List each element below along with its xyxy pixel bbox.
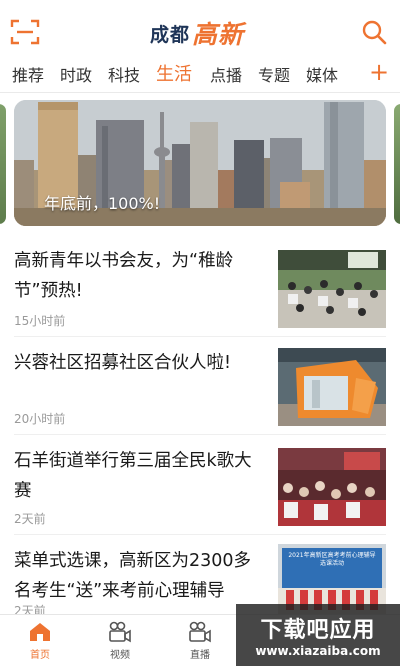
tab-divider bbox=[0, 92, 400, 93]
search-icon bbox=[362, 20, 387, 45]
news-time: 20小时前 bbox=[14, 412, 66, 426]
search-button[interactable] bbox=[360, 18, 388, 46]
banner-slide[interactable]: 年底前，100%! bbox=[14, 100, 386, 226]
tab-vod[interactable]: 点播 bbox=[210, 62, 242, 86]
community-booth-photo bbox=[278, 348, 386, 426]
prev-banner-peek[interactable] bbox=[0, 104, 6, 224]
logo-text-gaoxin: 高新 bbox=[192, 20, 245, 49]
watermark-title: 下载吧应用 bbox=[260, 618, 376, 643]
watermark-logo: 下载吧应用 www.xiazaiba.com bbox=[236, 604, 400, 666]
camera-icon bbox=[109, 621, 131, 643]
app-logo: 成都 高新 bbox=[150, 18, 250, 49]
scan-icon bbox=[10, 19, 40, 45]
banner-caption: 年底前，100%! bbox=[44, 194, 161, 213]
news-title: 菜单式选课，高新区为2300多名考生“送”来考前心理辅导 bbox=[14, 551, 252, 601]
news-time: 2天前 bbox=[14, 512, 46, 526]
add-channel-button[interactable]: + bbox=[366, 58, 392, 86]
camera-icon bbox=[189, 621, 211, 643]
news-separator bbox=[14, 336, 386, 337]
tab-life[interactable]: 生活 bbox=[156, 60, 192, 86]
news-item[interactable]: 高新青年以书会友，为“稚龄节”预热! 15小时前 bbox=[0, 236, 400, 337]
tab-tech[interactable]: 科技 bbox=[108, 62, 140, 86]
watermark-url: www.xiazaiba.com bbox=[255, 644, 381, 658]
tab-overflow-fade bbox=[340, 58, 362, 92]
tab-media[interactable]: 媒体 bbox=[306, 62, 338, 86]
news-time: 15小时前 bbox=[14, 314, 66, 328]
news-thumbnail bbox=[278, 250, 386, 328]
news-title: 高新青年以书会友，为“稚龄节”预热! bbox=[14, 251, 234, 301]
news-item[interactable]: 兴蓉社区招募社区合伙人啦! 20小时前 bbox=[0, 338, 400, 438]
nav-video-label: 视频 bbox=[110, 650, 130, 661]
news-title: 石羊街道举行第三届全民k歌大赛 bbox=[14, 451, 252, 501]
news-thumbnail bbox=[278, 448, 386, 526]
channel-tabs: 推荐 时政 科技 生活 点播 专题 媒体 + bbox=[0, 58, 400, 92]
nav-home[interactable]: 首页 bbox=[10, 621, 70, 661]
nav-home-label: 首页 bbox=[30, 650, 50, 661]
news-separator bbox=[14, 434, 386, 435]
banner-carousel[interactable]: 年底前，100%! bbox=[0, 98, 400, 228]
karaoke-contest-photo bbox=[278, 448, 386, 526]
thumbnail-banner-text: 2021年高新区高考考前心理辅导选课活动 bbox=[288, 552, 376, 567]
reading-event-photo bbox=[278, 250, 386, 328]
app-header: 成都 高新 bbox=[0, 0, 400, 62]
news-item[interactable]: 石羊街道举行第三届全民k歌大赛 2天前 bbox=[0, 436, 400, 536]
tab-politics[interactable]: 时政 bbox=[60, 62, 92, 86]
nav-live[interactable]: 直播 bbox=[170, 621, 230, 661]
nav-live-label: 直播 bbox=[190, 650, 210, 661]
logo-text-chengdu: 成都 bbox=[150, 23, 191, 46]
scan-button[interactable] bbox=[10, 18, 40, 46]
home-icon bbox=[30, 623, 50, 641]
news-separator bbox=[14, 534, 386, 535]
news-title: 兴蓉社区招募社区合伙人啦! bbox=[14, 353, 232, 373]
news-thumbnail bbox=[278, 348, 386, 426]
nav-video[interactable]: 视频 bbox=[90, 621, 150, 661]
next-banner-peek[interactable] bbox=[394, 104, 400, 224]
tab-topics[interactable]: 专题 bbox=[258, 62, 290, 86]
tab-recommend[interactable]: 推荐 bbox=[12, 62, 44, 86]
